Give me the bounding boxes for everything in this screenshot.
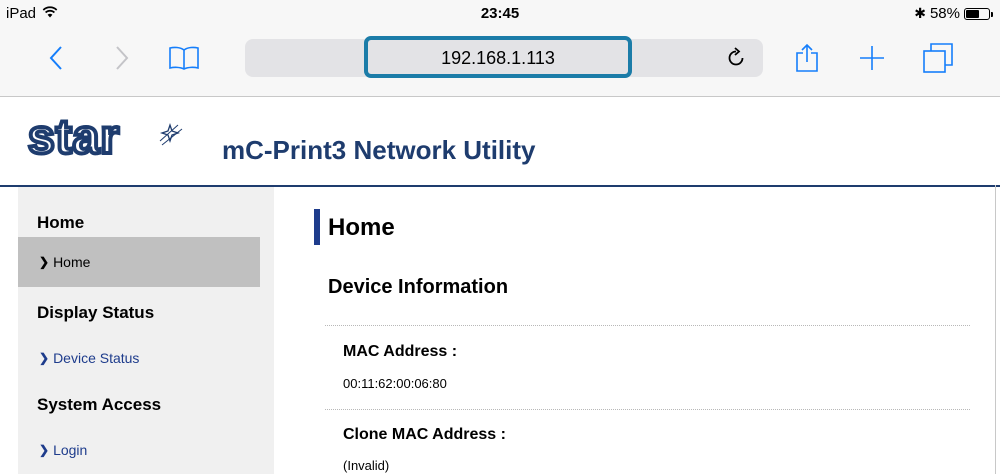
- main-title: Home: [328, 214, 395, 241]
- status-right: ✱ 58%: [914, 5, 993, 22]
- battery-icon: [964, 7, 993, 20]
- mac-address-value: 00:11:62:00:06:80: [343, 376, 447, 391]
- sidebar-item-login[interactable]: ❯ Login: [18, 425, 260, 475]
- mac-address-label: MAC Address :: [343, 343, 458, 360]
- sidebar-item-home[interactable]: ❯ Home: [18, 237, 260, 287]
- bluetooth-icon: ✱: [914, 5, 926, 21]
- divider: [325, 409, 970, 410]
- page-title: mC-Print3 Network Utility: [222, 135, 536, 165]
- clone-mac-address-value: (Invalid): [343, 458, 390, 473]
- reload-icon[interactable]: [718, 40, 754, 76]
- sidebar-group-system-access: System Access: [37, 395, 162, 414]
- status-bar: iPad 23:45 ✱ 58%: [0, 0, 1000, 26]
- sidebar-group-display-status: Display Status: [37, 303, 155, 322]
- share-icon[interactable]: [789, 40, 825, 76]
- battery-fill: [966, 9, 979, 18]
- sidebar-item-label: Device Status: [53, 350, 140, 366]
- browser-toolbar: 192.168.1.113: [0, 26, 1000, 97]
- new-tab-icon[interactable]: [854, 40, 890, 76]
- section-title: Device Information: [328, 276, 509, 298]
- clock: 23:45: [480, 5, 520, 22]
- page-header: star mC-Print3 Network Utility: [0, 97, 1000, 187]
- chevron-right-icon: ❯: [39, 351, 50, 365]
- sidebar-item-label: Home: [53, 254, 91, 270]
- sidebar-item-device-status[interactable]: ❯ Device Status: [18, 333, 260, 383]
- tabs-icon[interactable]: [920, 40, 956, 76]
- page-edge: [995, 185, 996, 474]
- clone-mac-address-label: Clone MAC Address :: [343, 426, 506, 443]
- url-text[interactable]: 192.168.1.113: [364, 48, 632, 69]
- star-logo: star: [26, 109, 196, 170]
- chevron-right-icon: ❯: [39, 443, 50, 457]
- forward-icon[interactable]: [104, 40, 140, 76]
- sidebar-item-label: Login: [53, 442, 88, 458]
- back-icon[interactable]: [38, 40, 74, 76]
- bookmarks-icon[interactable]: [166, 40, 202, 76]
- title-accent-bar: [314, 209, 320, 245]
- sidebar-group-home: Home: [37, 213, 85, 232]
- chevron-right-icon: ❯: [39, 255, 50, 269]
- sidebar: Home ❯ Home Display Status ❯ Device Stat…: [18, 187, 274, 474]
- battery-percent: 58%: [929, 5, 960, 22]
- divider: [325, 325, 970, 326]
- svg-text:star: star: [28, 111, 120, 164]
